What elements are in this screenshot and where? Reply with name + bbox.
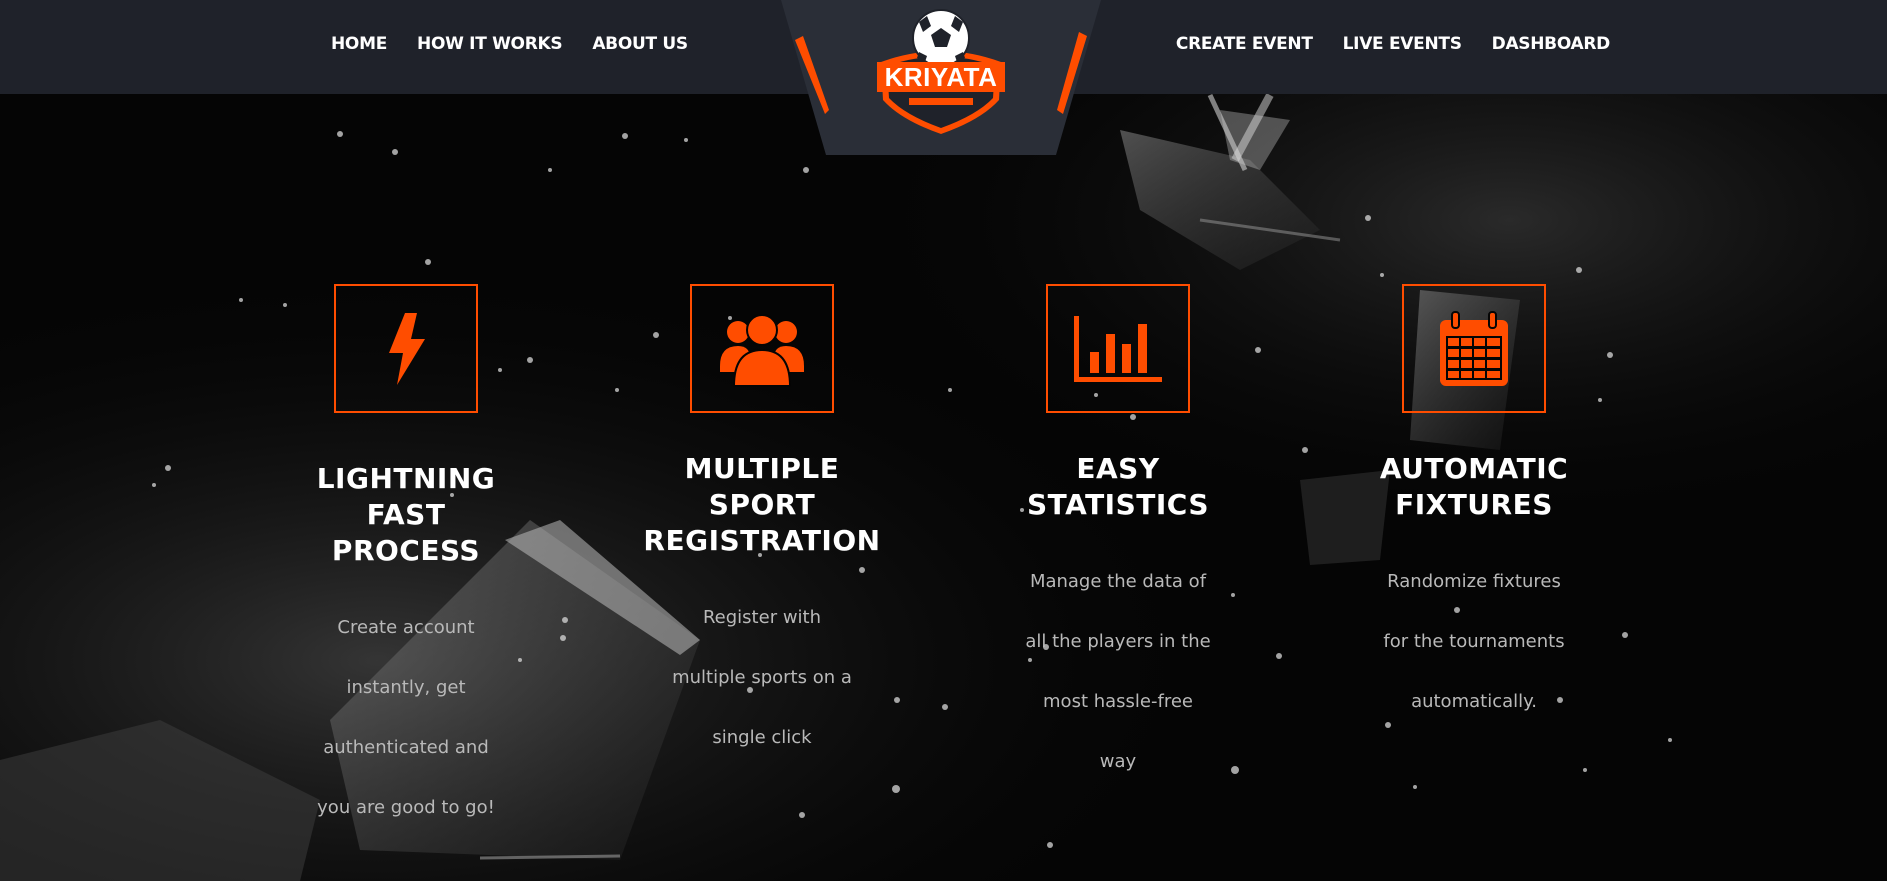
feature-automatic-fixtures: AUTOMATIC FIXTURES Randomize fixtures fo…	[1354, 284, 1594, 747]
feature-title: EASY STATISTICS	[998, 451, 1238, 523]
feature-icon-box	[1046, 284, 1190, 413]
feature-icon-box	[334, 284, 478, 413]
nav-home-link[interactable]: HOME	[331, 34, 387, 54]
feature-title-line: REGISTRATION	[643, 524, 881, 557]
nav-right: CREATE EVENT LIVE EVENTS DASHBOARD	[1176, 0, 1610, 94]
feature-desc-line: Randomize fixtures	[1387, 571, 1561, 592]
feature-desc-line: multiple sports on a	[672, 667, 852, 688]
feature-desc-line: Create account	[337, 617, 475, 638]
feature-desc-line: Manage the data of	[1029, 571, 1207, 592]
feature-title-line: PROCESS	[331, 534, 481, 567]
feature-desc-line: for the tournaments	[1383, 631, 1565, 652]
feature-description: Randomize fixtures for the tournaments a…	[1354, 537, 1594, 747]
feature-title-line: SPORT	[708, 488, 816, 521]
feature-desc-line: instantly, get	[346, 677, 466, 698]
feature-desc-line: single click	[712, 727, 812, 748]
feature-icon-box	[1402, 284, 1546, 413]
feature-title: AUTOMATIC FIXTURES	[1354, 451, 1594, 523]
feature-title-line: LIGHTNING	[316, 462, 496, 495]
feature-desc-line: way	[1099, 751, 1137, 772]
nav-left: HOME HOW IT WORKS ABOUT US	[331, 0, 688, 94]
nav-dashboard-link[interactable]: DASHBOARD	[1492, 34, 1611, 54]
feature-desc-line: authenticated and	[323, 737, 489, 758]
feature-easy-statistics: EASY STATISTICS Manage the data of all t…	[998, 284, 1238, 807]
feature-desc-line: most hassle-free	[1043, 691, 1193, 712]
feature-title-line: EASY	[1076, 452, 1160, 485]
feature-desc-line: all the players in the	[1025, 631, 1211, 652]
feature-title: LIGHTNING FAST PROCESS	[286, 461, 526, 569]
feature-title-line: FAST	[366, 498, 446, 531]
nav-how-it-works-link[interactable]: HOW IT WORKS	[417, 34, 563, 54]
feature-title-line: AUTOMATIC	[1379, 452, 1569, 485]
nav-create-event-link[interactable]: CREATE EVENT	[1176, 34, 1313, 54]
calendar-icon	[1440, 310, 1508, 386]
bar-chart-icon	[1074, 315, 1162, 382]
kriyata-logo[interactable]: KRIYATA	[781, 0, 1101, 155]
lightning-bolt-icon	[389, 312, 425, 385]
feature-multiple-sport-registration: MULTIPLE SPORT REGISTRATION Register wit…	[642, 284, 882, 783]
logo-text: KRIYATA	[885, 62, 998, 92]
feature-title-line: STATISTICS	[1026, 488, 1210, 521]
feature-title: MULTIPLE SPORT REGISTRATION	[642, 451, 882, 559]
group-users-icon	[720, 313, 804, 387]
feature-description: Register with multiple sports on a singl…	[642, 573, 882, 783]
logo-tab[interactable]: KRIYATA	[781, 0, 1101, 155]
feature-title-line: MULTIPLE	[684, 452, 840, 485]
feature-desc-line: automatically.	[1411, 691, 1537, 712]
nav-about-us-link[interactable]: ABOUT US	[592, 34, 688, 54]
feature-description: Manage the data of all the players in th…	[998, 537, 1238, 807]
feature-desc-line: Register with	[702, 607, 822, 628]
feature-icon-box	[690, 284, 834, 413]
feature-desc-line: you are good to go!	[317, 797, 495, 818]
nav-live-events-link[interactable]: LIVE EVENTS	[1343, 34, 1462, 54]
feature-lightning-fast: LIGHTNING FAST PROCESS Create account in…	[286, 284, 526, 853]
feature-title-line: FIXTURES	[1395, 488, 1553, 521]
feature-description: Create account instantly, get authentica…	[286, 583, 526, 853]
